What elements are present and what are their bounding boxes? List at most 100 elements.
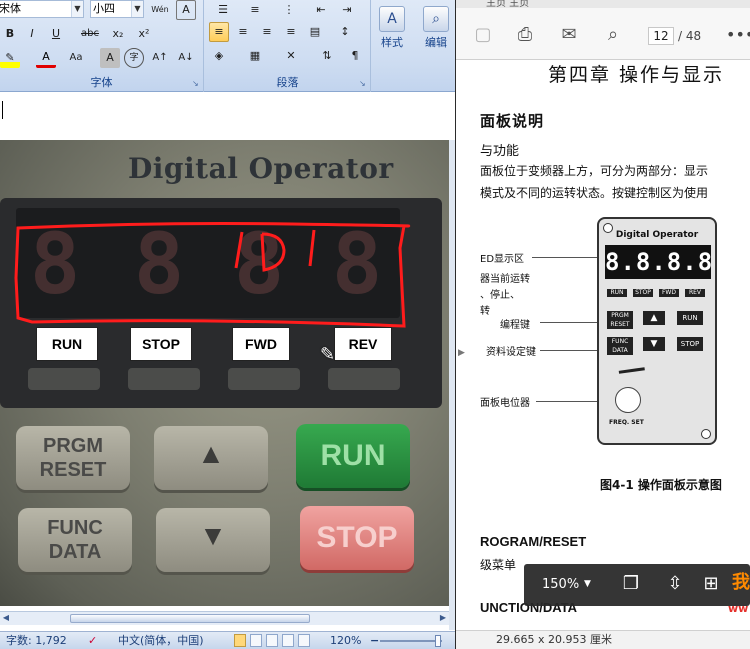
subscript-button[interactable]: x₂ xyxy=(108,24,128,44)
chevron-down-icon[interactable]: ▼ xyxy=(131,1,143,17)
font-color-button[interactable]: A xyxy=(36,48,56,68)
fit-page-icon[interactable]: ⇳ xyxy=(664,573,686,595)
vertical-scrollbar[interactable] xyxy=(449,140,455,630)
show-marks-icon[interactable]: ¶ xyxy=(345,46,365,66)
more-icon[interactable]: ••• xyxy=(726,25,750,44)
italic-button[interactable]: I xyxy=(22,24,42,44)
numbering-icon[interactable]: ≡ xyxy=(245,0,265,20)
char-border-button[interactable]: A xyxy=(176,0,196,20)
align-center-icon[interactable]: ≡ xyxy=(233,22,253,42)
align-left-icon[interactable]: ≡ xyxy=(209,22,229,42)
document-area[interactable]: Digital Operator 8 8 8 8 ✎ RUN STOP FWD … xyxy=(0,93,455,631)
chevron-down-icon[interactable]: ▼ xyxy=(71,1,83,17)
underline-button[interactable]: U xyxy=(46,24,66,44)
operator-panel-photo[interactable]: Digital Operator 8 8 8 8 ✎ RUN STOP FWD … xyxy=(0,140,449,606)
print-icon[interactable]: ⎙ xyxy=(514,25,536,45)
phonetic-guide-button[interactable]: Wén xyxy=(150,0,170,20)
scrollbar-thumb[interactable] xyxy=(70,614,310,623)
mini-knob xyxy=(615,387,641,413)
dialog-launcher-icon[interactable]: ↘ xyxy=(359,80,368,89)
prgm-reset-key[interactable]: PRGM RESET xyxy=(16,426,130,490)
mail-icon[interactable]: ✉ xyxy=(558,25,580,45)
outline-view-icon[interactable] xyxy=(282,634,294,647)
sort-icon[interactable]: ⇅ xyxy=(317,46,337,66)
mini-up-icon: ▲ xyxy=(643,311,665,325)
multilevel-list-icon[interactable]: ⋮ xyxy=(279,0,299,20)
zoom-level[interactable]: 120% xyxy=(330,632,361,649)
draft-view-icon[interactable] xyxy=(298,634,310,647)
change-case-button[interactable]: Aa xyxy=(66,48,86,68)
web-layout-view-icon[interactable] xyxy=(266,634,278,647)
program-reset-text: 级菜单 xyxy=(480,558,517,572)
superscript-button[interactable]: x² xyxy=(134,24,154,44)
increase-indent-icon[interactable]: ⇥ xyxy=(337,0,357,20)
strikethrough-button[interactable]: abc xyxy=(80,24,100,44)
editing-button[interactable]: ⌕ 编辑 xyxy=(416,4,455,64)
page-number-input[interactable]: 12 xyxy=(648,27,674,45)
line-spacing-icon[interactable]: ↕ xyxy=(335,22,355,42)
styles-button[interactable]: A 样式 xyxy=(372,4,412,64)
editing-label: 编辑 xyxy=(425,36,447,49)
pdf-tab-strip[interactable]: 主页 主页 xyxy=(456,0,750,8)
dialog-launcher-icon[interactable]: ↘ xyxy=(192,80,201,89)
distributed-icon[interactable]: ▤ xyxy=(305,22,325,42)
site-watermark: 我 xyxy=(732,572,750,593)
font-size-combo[interactable]: 小四 ▼ xyxy=(90,0,144,18)
chinese-layout-icon[interactable]: ✕ xyxy=(281,46,301,66)
mini-display: 8.8.8.8 xyxy=(605,245,712,279)
func-data-key[interactable]: FUNC DATA xyxy=(18,508,132,572)
shading-icon[interactable]: ◈ xyxy=(209,46,229,66)
print-layout-view-icon[interactable] xyxy=(234,634,246,647)
scroll-left-icon[interactable]: ◀ xyxy=(0,613,12,622)
highlight-icon[interactable]: ✎ xyxy=(0,48,20,68)
styles-label: 样式 xyxy=(381,36,403,49)
zoom-slider[interactable] xyxy=(380,640,442,642)
decrease-indent-icon[interactable]: ⇤ xyxy=(311,0,331,20)
callout-led: ED显示区 xyxy=(480,254,525,265)
pdf-zoom-level[interactable]: 150% xyxy=(542,577,579,592)
scroll-right-icon[interactable]: ▶ xyxy=(437,613,449,622)
callout-status3: 转 xyxy=(480,306,490,317)
search-icon[interactable]: ⌕ xyxy=(602,25,624,45)
chevron-down-icon[interactable]: ▼ xyxy=(584,579,591,589)
language-indicator[interactable]: 中文(简体，中国) xyxy=(118,632,204,649)
paragraph-group-label: 段落 xyxy=(276,76,299,89)
stop-key[interactable]: STOP xyxy=(300,506,414,570)
fullscreen-reading-view-icon[interactable] xyxy=(250,634,262,647)
callout-line xyxy=(540,350,602,351)
borders-icon[interactable]: ▦ xyxy=(245,46,265,66)
align-right-icon[interactable]: ≡ xyxy=(257,22,277,42)
label-run: RUN xyxy=(36,327,98,361)
pdf-page: 第四章 操作与显示 面板说明 与功能 面板位于变频器上方，可分为两部分：显示 模… xyxy=(480,60,750,649)
mini-operator-diagram: Digital Operator 8.8.8.8 RUN STOP FWD RE… xyxy=(597,217,717,445)
bold-button[interactable]: B xyxy=(0,24,20,44)
enclose-char-button[interactable]: 字 xyxy=(124,48,144,68)
word-count[interactable]: 字数: 1,792 xyxy=(6,632,67,649)
horizontal-scrollbar[interactable]: ◀ ▶ xyxy=(0,611,449,625)
crop-icon[interactable]: ⊞ xyxy=(700,573,722,595)
pdf-viewer: 主页 主页 ▢ ⎙ ✉ ⌕ 12 / 48 ••• ▶ 第四章 操作与显示 面板… xyxy=(456,0,750,649)
bullets-icon[interactable]: ☰ xyxy=(213,0,233,20)
run-key[interactable]: RUN xyxy=(296,424,410,488)
up-key[interactable]: ▲ xyxy=(154,426,268,490)
down-key[interactable]: ▼ xyxy=(156,508,270,572)
grow-font-button[interactable]: A↑ xyxy=(150,48,170,68)
mini-down-icon: ▼ xyxy=(643,337,665,351)
arrow-up-icon: ▲ xyxy=(197,438,225,469)
handwritten-mark xyxy=(308,229,316,267)
mini-knob-label: FREQ. SET xyxy=(609,419,644,426)
panel-expand-icon[interactable]: ▶ xyxy=(458,348,465,358)
proofing-icon[interactable]: ✓ xyxy=(88,632,97,649)
char-shading-button[interactable]: A xyxy=(100,48,120,68)
mini-led-run: RUN xyxy=(607,289,627,297)
save-icon[interactable]: ▢ xyxy=(472,25,494,45)
font-name-combo[interactable]: 宋体 ▼ xyxy=(0,0,84,18)
zoom-slider-thumb[interactable] xyxy=(435,635,441,647)
panel-title: Digital Operator xyxy=(128,152,394,185)
copy-page-icon[interactable]: ❐ xyxy=(620,573,642,595)
justify-icon[interactable]: ≡ xyxy=(281,22,301,42)
prgm-label: PRGM xyxy=(43,435,103,457)
mouse-pointer-icon: ✎ xyxy=(320,344,336,365)
zoom-out-icon[interactable]: − xyxy=(370,632,379,649)
shrink-font-button[interactable]: A↓ xyxy=(176,48,196,68)
